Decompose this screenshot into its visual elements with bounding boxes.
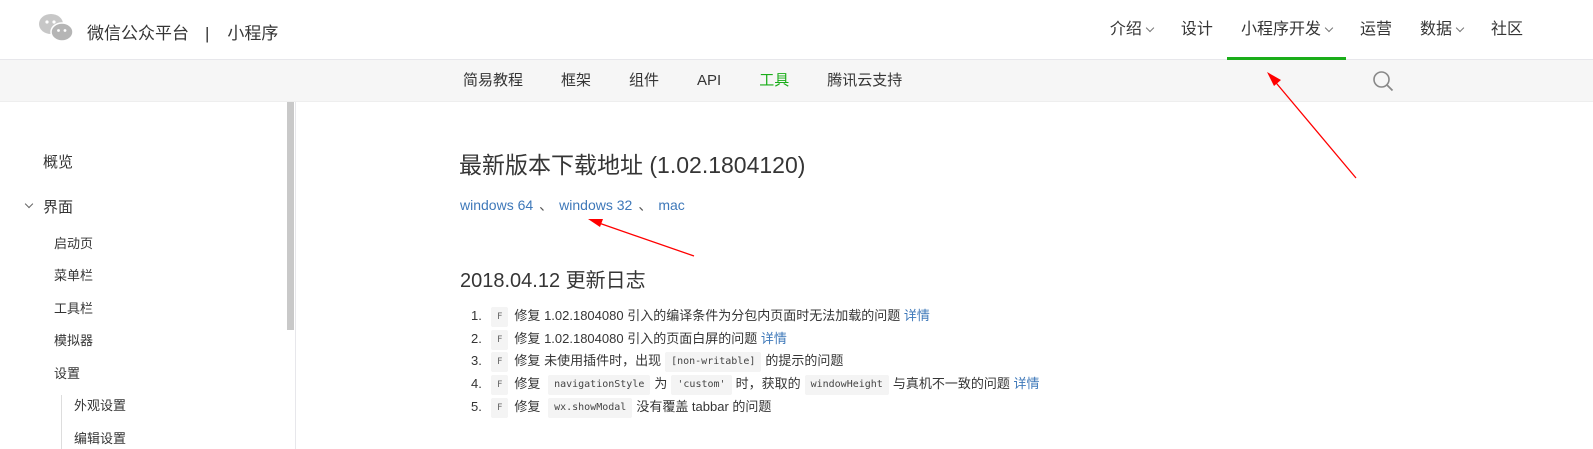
nav-design-label: 设计 [1180, 21, 1213, 38]
list-item: 4. F 修复 navigationStyle 为'custom' 时，获取的 windo… [471, 375, 1039, 398]
subnav-api[interactable]: API [697, 60, 721, 102]
sidebar-item-toolbar[interactable]: 工具栏 [54, 298, 93, 317]
list-item: 1. F 修复 1.02.1804080 引入的编译条件为分包内页面时无法加载的问题… [471, 307, 1039, 330]
fix-tag: F [491, 397, 509, 418]
item-text: 为 [654, 376, 668, 392]
nav-community[interactable]: 社区 [1477, 0, 1537, 60]
nav-operation-label: 运营 [1359, 21, 1392, 38]
item-number: 2. [471, 330, 482, 346]
chevron-down-icon [1324, 23, 1334, 33]
fix-tag: F [491, 329, 509, 350]
annotation-arrow [588, 219, 695, 257]
brand-separator: | [205, 24, 210, 43]
inline-code: wx.showModal [548, 397, 633, 418]
download-windows-64-link[interactable]: windows 64 [460, 197, 533, 213]
list-item: 2. F 修复 1.02.1804080 引入的页面白屏的问题 详情 [471, 329, 1039, 353]
fix-label: 修复 [514, 308, 541, 323]
item-text: 1.02.1804080 引入的编译条件为分包内页面时无法加载的问题 [544, 308, 901, 323]
item-number: 1. [471, 308, 482, 323]
subnav-cloud[interactable]: 腾讯云支持 [827, 60, 902, 102]
nav-intro[interactable]: 介绍 [1096, 0, 1167, 60]
detail-link[interactable]: 详情 [904, 308, 930, 323]
item-text: 的提示的问题 [765, 353, 844, 369]
top-nav: 介绍 设计 小程序开发 运营 数据 社区 [1096, 0, 1537, 60]
nav-dev-label: 小程序开发 [1240, 21, 1321, 38]
fix-label: 修复 [514, 376, 541, 392]
sidebar-item-appearance[interactable]: 外观设置 [74, 395, 126, 414]
sidebar-scrollbar[interactable] [287, 102, 294, 330]
download-links: windows 64 、 windows 32 、 mac [460, 195, 685, 215]
item-number: 3. [471, 353, 482, 369]
sidebar-item-interface-label: 界面 [43, 199, 74, 216]
item-text: 1.02.1804080 引入的页面白屏的问题 [544, 330, 758, 346]
list-item: 3. F 修复 未使用插件时，出现 [non-writable] 的提示的问题 [471, 352, 1039, 375]
link-separator: 、 [539, 197, 554, 213]
sidebar-tree-line [61, 395, 62, 449]
subnav-tutorial[interactable]: 简易教程 [463, 60, 523, 102]
brand[interactable]: 微信公众平台 | 小程序 [87, 19, 278, 44]
brand-name[interactable]: 微信公众平台 [87, 24, 189, 43]
fix-label: 修复 [514, 398, 541, 414]
sidebar-item-simulator[interactable]: 模拟器 [54, 330, 93, 349]
chevron-down-icon [1455, 23, 1465, 33]
inline-code: navigationStyle [548, 375, 651, 396]
detail-link[interactable]: 详情 [1013, 376, 1039, 391]
product-name[interactable]: 小程序 [227, 24, 278, 43]
fix-tag: F [491, 375, 509, 396]
link-separator: 、 [638, 197, 653, 213]
inline-code: [non-writable] [665, 352, 762, 373]
inline-code: windowHeight [804, 375, 889, 396]
item-number: 4. [471, 376, 482, 392]
nav-data-label: 数据 [1419, 21, 1452, 38]
nav-data[interactable]: 数据 [1406, 0, 1477, 60]
fix-tag: F [491, 352, 509, 373]
page-title: 最新版本下载地址 (1.02.1804120) [459, 152, 806, 178]
item-text: 时，获取的 [735, 376, 801, 392]
subnav-tools[interactable]: 工具 [759, 60, 789, 102]
subnav-components[interactable]: 组件 [629, 60, 659, 102]
nav-dev[interactable]: 小程序开发 [1226, 0, 1346, 60]
item-text: 未使用插件时，出现 [544, 353, 662, 369]
fix-tag: F [491, 307, 509, 327]
top-header: 微信公众平台 | 小程序 介绍 设计 小程序开发 运营 数据 社区 [0, 0, 1593, 60]
nav-intro-label: 介绍 [1109, 21, 1142, 38]
download-mac-link[interactable]: mac [658, 197, 684, 213]
changelog-title: 2018.04.12 更新日志 [460, 270, 646, 292]
list-item: 5. F 修复 wx.showModal 没有覆盖 tabbar 的问题 [471, 397, 1039, 421]
item-text: 没有覆盖 tabbar 的问题 [636, 398, 772, 414]
sub-nav: 简易教程 框架 组件 API 工具 腾讯云支持 [463, 60, 940, 102]
fix-label: 修复 [514, 330, 541, 346]
inline-code: 'custom' [671, 375, 732, 396]
detail-link[interactable]: 详情 [761, 331, 787, 346]
sidebar-item-settings[interactable]: 设置 [54, 363, 80, 382]
item-text: 与真机不一致的问题 [892, 376, 1010, 392]
nav-design[interactable]: 设计 [1167, 0, 1227, 60]
nav-operation[interactable]: 运营 [1346, 0, 1406, 60]
sidebar-item-editor[interactable]: 编辑设置 [74, 428, 126, 447]
sidebar-item-menubar[interactable]: 菜单栏 [54, 265, 93, 284]
sidebar-item-launch[interactable]: 启动页 [54, 233, 93, 252]
sidebar-item-overview[interactable]: 概览 [43, 151, 73, 172]
chevron-down-icon [1145, 23, 1155, 33]
fix-label: 修复 [514, 353, 541, 369]
subnav-framework[interactable]: 框架 [561, 60, 591, 102]
search-icon[interactable] [1372, 70, 1394, 92]
wechat-logo-icon[interactable] [38, 12, 74, 44]
sidebar-item-interface[interactable]: 界面 [24, 196, 74, 217]
item-number: 5. [471, 398, 482, 414]
sub-nav-bar: 简易教程 框架 组件 API 工具 腾讯云支持 [0, 60, 1593, 102]
nav-community-label: 社区 [1490, 21, 1523, 38]
changelog-list: 1. F 修复 1.02.1804080 引入的编译条件为分包内页面时无法加载的问题… [471, 307, 1039, 420]
download-windows-32-link[interactable]: windows 32 [559, 197, 632, 213]
